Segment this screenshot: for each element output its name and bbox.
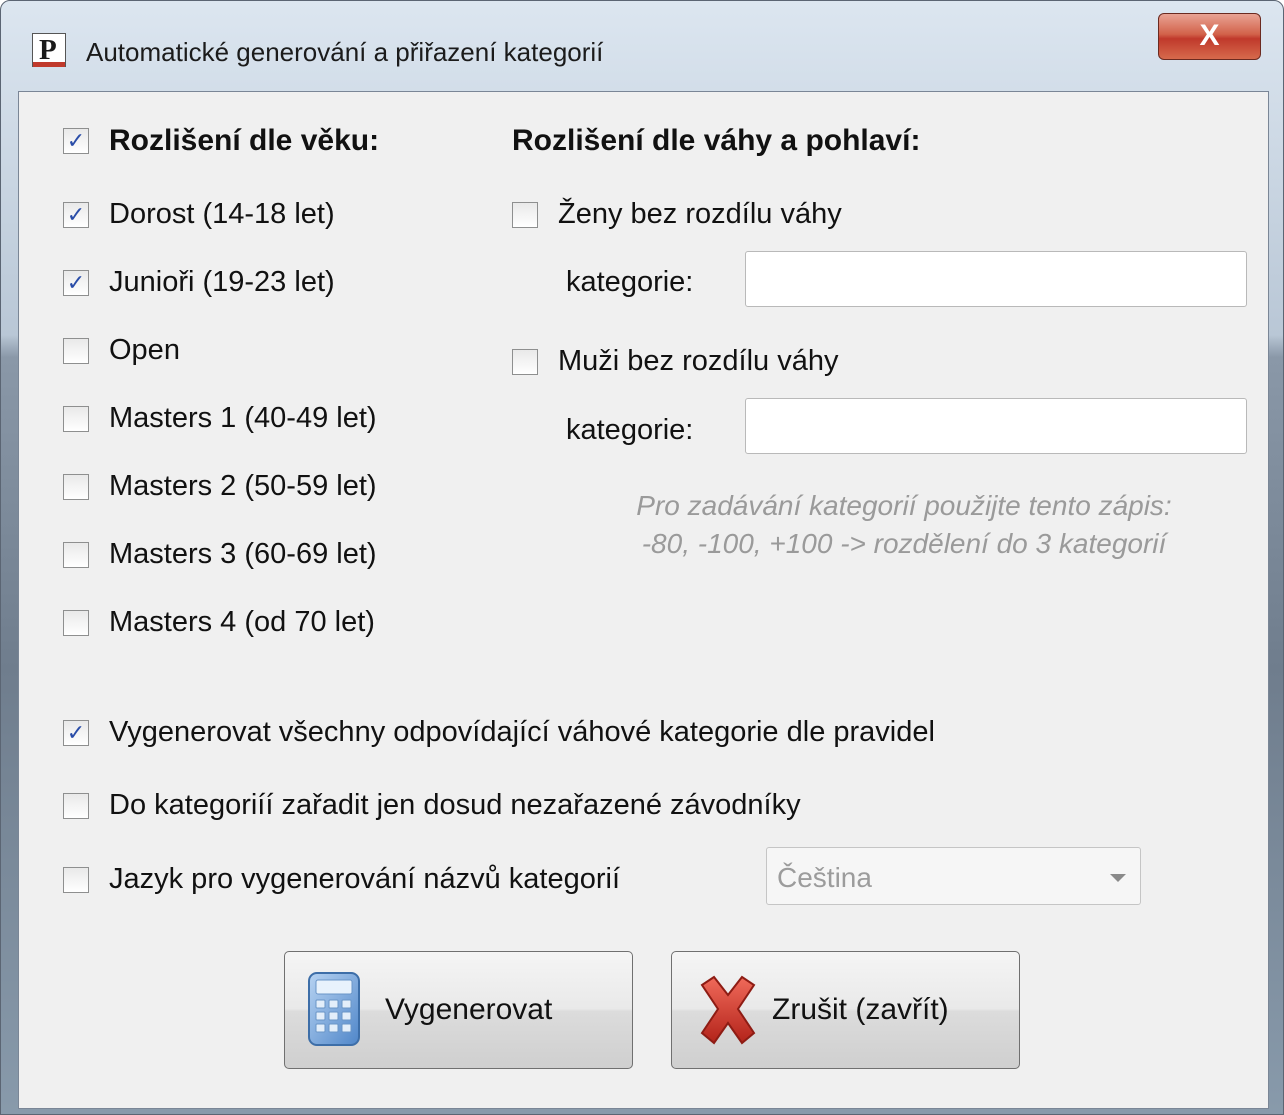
cancel-button[interactable]: Zrušit (zavřít) xyxy=(671,951,1020,1069)
age-item-label: Open xyxy=(109,334,180,366)
age-header-checkbox[interactable]: ✓ xyxy=(63,128,89,154)
age-header-label: Rozlišení dle věku: xyxy=(109,124,380,157)
language-checkbox[interactable] xyxy=(63,866,89,893)
men-row[interactable]: Muži bez rozdílu váhy xyxy=(512,345,838,378)
age-item-row[interactable]: Masters 2 (50-59 let) xyxy=(63,470,377,503)
age-header-row[interactable]: ✓ Rozlišení dle věku: xyxy=(63,124,379,158)
category-format-hint: Pro zadávání kategorií použijte tento zá… xyxy=(564,487,1244,563)
age-item-row[interactable]: Open xyxy=(63,334,180,367)
unassigned-only-label: Do kategoriíí zařadit jen dosud nezařaze… xyxy=(109,789,801,821)
unassigned-only-checkbox[interactable] xyxy=(63,792,89,819)
age-item-row[interactable]: Masters 3 (60-69 let) xyxy=(63,538,377,571)
close-icon: X xyxy=(1199,19,1220,52)
age-item-checkbox[interactable] xyxy=(63,473,89,500)
age-item-row[interactable]: Masters 4 (od 70 let) xyxy=(63,606,375,639)
women-checkbox[interactable] xyxy=(512,201,538,228)
generate-all-row[interactable]: ✓ Vygenerovat všechny odpovídající váhov… xyxy=(63,716,935,749)
age-item-row[interactable]: ✓ Dorost (14-18 let) xyxy=(63,198,335,231)
weight-header-label: Rozlišení dle váhy a pohlaví: xyxy=(512,124,921,157)
age-item-label: Masters 4 (od 70 let) xyxy=(109,606,375,638)
unassigned-only-row[interactable]: Do kategoriíí zařadit jen dosud nezařaze… xyxy=(63,789,801,822)
generate-all-checkbox[interactable]: ✓ xyxy=(63,719,89,746)
men-label: Muži bez rozdílu váhy xyxy=(558,345,839,377)
generate-all-label: Vygenerovat všechny odpovídající váhové … xyxy=(109,716,935,748)
age-item-label: Masters 3 (60-69 let) xyxy=(109,538,377,570)
dialog-content: ✓ Rozlišení dle věku: ✓ Dorost (14-18 let… xyxy=(18,91,1269,1109)
age-item-label: Masters 1 (40-49 let) xyxy=(109,402,377,434)
age-item-checkbox[interactable] xyxy=(63,609,89,636)
close-button[interactable]: X xyxy=(1158,13,1261,60)
red-x-icon xyxy=(692,971,764,1049)
language-label: Jazyk pro vygenerování názvů kategorií xyxy=(109,863,620,895)
age-item-label: Masters 2 (50-59 let) xyxy=(109,470,377,502)
weight-header: Rozlišení dle váhy a pohlaví: xyxy=(512,124,920,158)
age-item-row[interactable]: Masters 1 (40-49 let) xyxy=(63,402,377,435)
chevron-down-icon xyxy=(1110,874,1126,882)
women-row[interactable]: Ženy bez rozdílu váhy xyxy=(512,198,842,231)
language-row[interactable]: Jazyk pro vygenerování názvů kategorií xyxy=(63,863,620,896)
age-item-label: Dorost (14-18 let) xyxy=(109,198,335,230)
age-item-checkbox[interactable] xyxy=(63,541,89,568)
window-title: Automatické generování a přiřazení kateg… xyxy=(86,37,604,67)
men-category-input[interactable] xyxy=(745,398,1247,454)
age-item-checkbox[interactable]: ✓ xyxy=(63,269,89,296)
age-item-checkbox[interactable] xyxy=(63,405,89,432)
app-icon-letter: P xyxy=(39,34,57,66)
dialog-window: P Automatické generování a přiřazení kat… xyxy=(0,0,1284,1115)
hint-line-1: Pro zadávání kategorií použijte tento zá… xyxy=(636,490,1172,521)
title-bar[interactable]: P Automatické generování a přiřazení kat… xyxy=(1,1,1283,87)
women-category-label-row: kategorie: xyxy=(566,266,693,299)
language-select-value: Čeština xyxy=(777,862,872,893)
women-category-input[interactable] xyxy=(745,251,1247,307)
generate-button-label: Vygenerovat xyxy=(385,993,553,1026)
generate-button[interactable]: Vygenerovat xyxy=(284,951,633,1069)
age-item-checkbox[interactable]: ✓ xyxy=(63,201,89,228)
age-item-checkbox[interactable] xyxy=(63,337,89,364)
women-category-label: kategorie: xyxy=(566,266,694,298)
cancel-button-label: Zrušit (zavřít) xyxy=(772,993,949,1026)
age-item-row[interactable]: ✓ Junioři (19-23 let) xyxy=(63,266,335,299)
women-label: Ženy bez rozdílu váhy xyxy=(558,198,842,230)
age-item-label: Junioři (19-23 let) xyxy=(109,266,335,298)
hint-line-2: -80, -100, +100 -> rozdělení do 3 katego… xyxy=(641,528,1167,559)
app-icon: P xyxy=(32,33,66,67)
language-select[interactable]: Čeština xyxy=(766,847,1141,905)
calculator-icon xyxy=(305,971,367,1049)
men-category-label: kategorie: xyxy=(566,414,694,446)
men-checkbox[interactable] xyxy=(512,348,538,375)
men-category-label-row: kategorie: xyxy=(566,414,693,447)
